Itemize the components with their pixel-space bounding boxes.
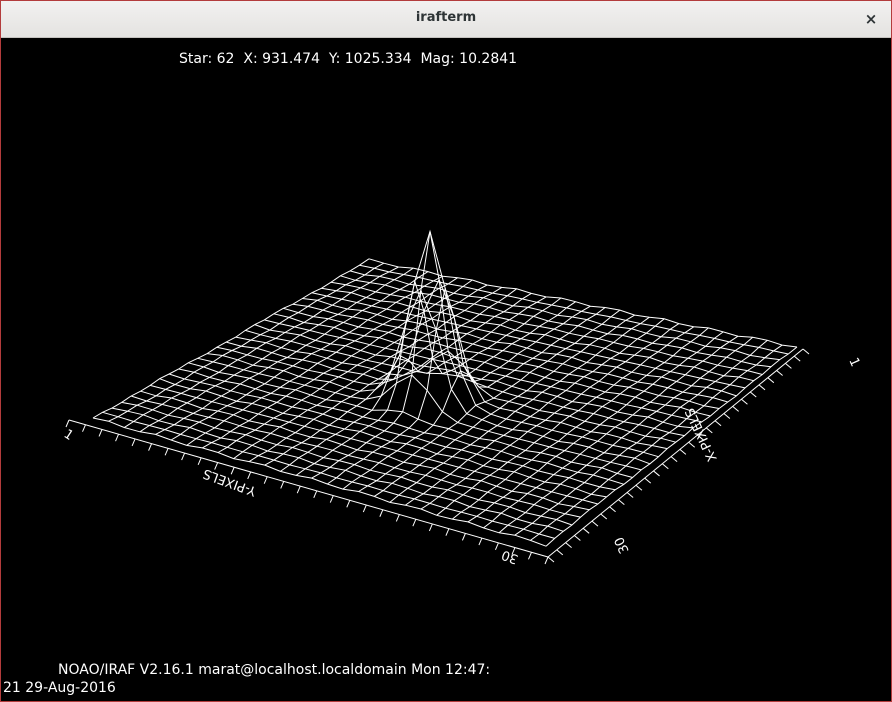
graphics-canvas[interactable]: 1 30 Y-PIXELS 1 30 X-PIXELS Star: 62 X: … — [1, 38, 891, 701]
y-axis-tick — [197, 457, 202, 465]
footer-date: 21 29-Aug-2016 — [3, 680, 116, 696]
y-axis-tick — [247, 471, 252, 480]
y-axis-tick — [544, 556, 549, 565]
x-axis-tick — [758, 384, 766, 391]
x-axis-tick — [644, 477, 652, 484]
y-axis-tick — [263, 476, 268, 484]
y-axis-tick — [528, 552, 532, 560]
y-axis-tick — [478, 537, 483, 546]
y-axis-tick — [346, 500, 351, 508]
y-axis-tick — [412, 519, 417, 527]
y-axis-tick — [98, 429, 103, 437]
mesh-line — [108, 262, 385, 422]
mesh-line — [264, 292, 532, 466]
y-axis-tick — [379, 509, 384, 517]
footer-system-info: NOAO/IRAF V2.16.1 marat@localhost.locald… — [58, 662, 491, 678]
x-axis-tick — [785, 362, 792, 369]
y-axis-tick — [494, 542, 499, 551]
y-axis-tick — [428, 523, 433, 532]
x-axis-tick — [679, 449, 687, 455]
x-axis-tick — [653, 470, 660, 477]
mesh-line — [139, 267, 414, 433]
y-axis-tick — [395, 514, 400, 522]
x-axis-tick — [661, 463, 669, 470]
x-axis-line — [547, 348, 804, 558]
mesh-line — [405, 318, 665, 506]
mesh-line — [254, 324, 694, 429]
mesh-line — [123, 266, 399, 428]
surface-mesh — [92, 229, 798, 547]
x-axis-tick — [618, 499, 625, 506]
x-axis-tick — [635, 484, 643, 491]
x-axis-tick — [600, 513, 608, 520]
x-axis-tick — [591, 520, 599, 527]
x-axis-tick — [688, 441, 696, 448]
x-axis-tick — [582, 527, 590, 534]
x-axis-start-label: 1 — [845, 356, 862, 370]
star-info-header: Star: 62 X: 931.474 Y: 1025.334 Mag: 10.… — [179, 51, 518, 67]
close-button[interactable]: × — [859, 7, 883, 31]
x-axis-tick — [565, 542, 572, 549]
y-axis-tick — [445, 528, 450, 536]
y-axis-tick — [230, 467, 235, 475]
y-axis-tick — [329, 495, 334, 503]
x-axis-tick — [574, 535, 581, 541]
y-axis-tick — [82, 424, 86, 432]
x-axis-tick — [732, 405, 739, 412]
mesh-line — [235, 336, 676, 443]
y-axis-tick — [461, 533, 466, 541]
x-axis-tick — [767, 377, 775, 384]
mesh-line — [178, 368, 625, 485]
x-axis-tick — [776, 370, 783, 376]
window-title: irafterm — [415, 10, 477, 25]
mesh-line — [217, 284, 488, 453]
x-axis-tick — [749, 391, 757, 398]
y-axis-tick — [164, 448, 169, 456]
x-axis-tick — [547, 556, 555, 563]
y-axis-start-label: 1 — [61, 427, 76, 444]
mesh-line — [202, 279, 473, 449]
y-axis-tick — [362, 504, 367, 513]
y-axis-tick — [131, 438, 136, 447]
x-axis-tick — [723, 413, 731, 419]
y-axis-title: Y-PIXELS — [201, 465, 259, 498]
axis-frame — [65, 348, 810, 565]
y-axis-end-label: 30 — [500, 547, 521, 567]
mesh-line — [92, 417, 547, 547]
y-axis-tick — [181, 452, 186, 461]
x-axis-tick — [714, 420, 722, 427]
y-axis-tick — [214, 462, 219, 470]
mesh-line — [245, 329, 685, 437]
x-axis-tick — [556, 549, 564, 556]
y-axis-tick — [313, 490, 318, 499]
surface-plot: 1 30 Y-PIXELS 1 30 X-PIXELS — [61, 229, 862, 567]
x-axis-tick — [741, 398, 748, 405]
mesh-line — [264, 319, 702, 423]
y-axis-tick — [280, 481, 285, 489]
x-axis-end-label: 30 — [612, 534, 633, 555]
y-axis-tick — [115, 433, 120, 442]
mesh-line — [373, 314, 635, 497]
mesh-line — [248, 288, 517, 463]
title-bar[interactable]: irafterm × — [1, 1, 891, 38]
x-axis-tick — [626, 492, 634, 498]
y-axis-tick — [296, 485, 301, 494]
mesh-line — [170, 275, 444, 441]
mesh-line — [368, 258, 798, 348]
x-axis-tick — [670, 456, 678, 462]
close-icon: × — [864, 10, 878, 28]
y-axis-tick — [148, 443, 153, 451]
x-axis-tick — [802, 348, 810, 355]
x-axis-tick — [793, 355, 801, 362]
mesh-line — [168, 373, 616, 491]
irafterm-window: irafterm × 1 30 Y-PIXELS 1 30 X-PIXELS S… — [0, 0, 892, 702]
mesh-line — [514, 339, 768, 536]
x-axis-tick — [609, 506, 616, 513]
mesh-line — [92, 258, 370, 419]
mesh-line — [140, 390, 590, 511]
